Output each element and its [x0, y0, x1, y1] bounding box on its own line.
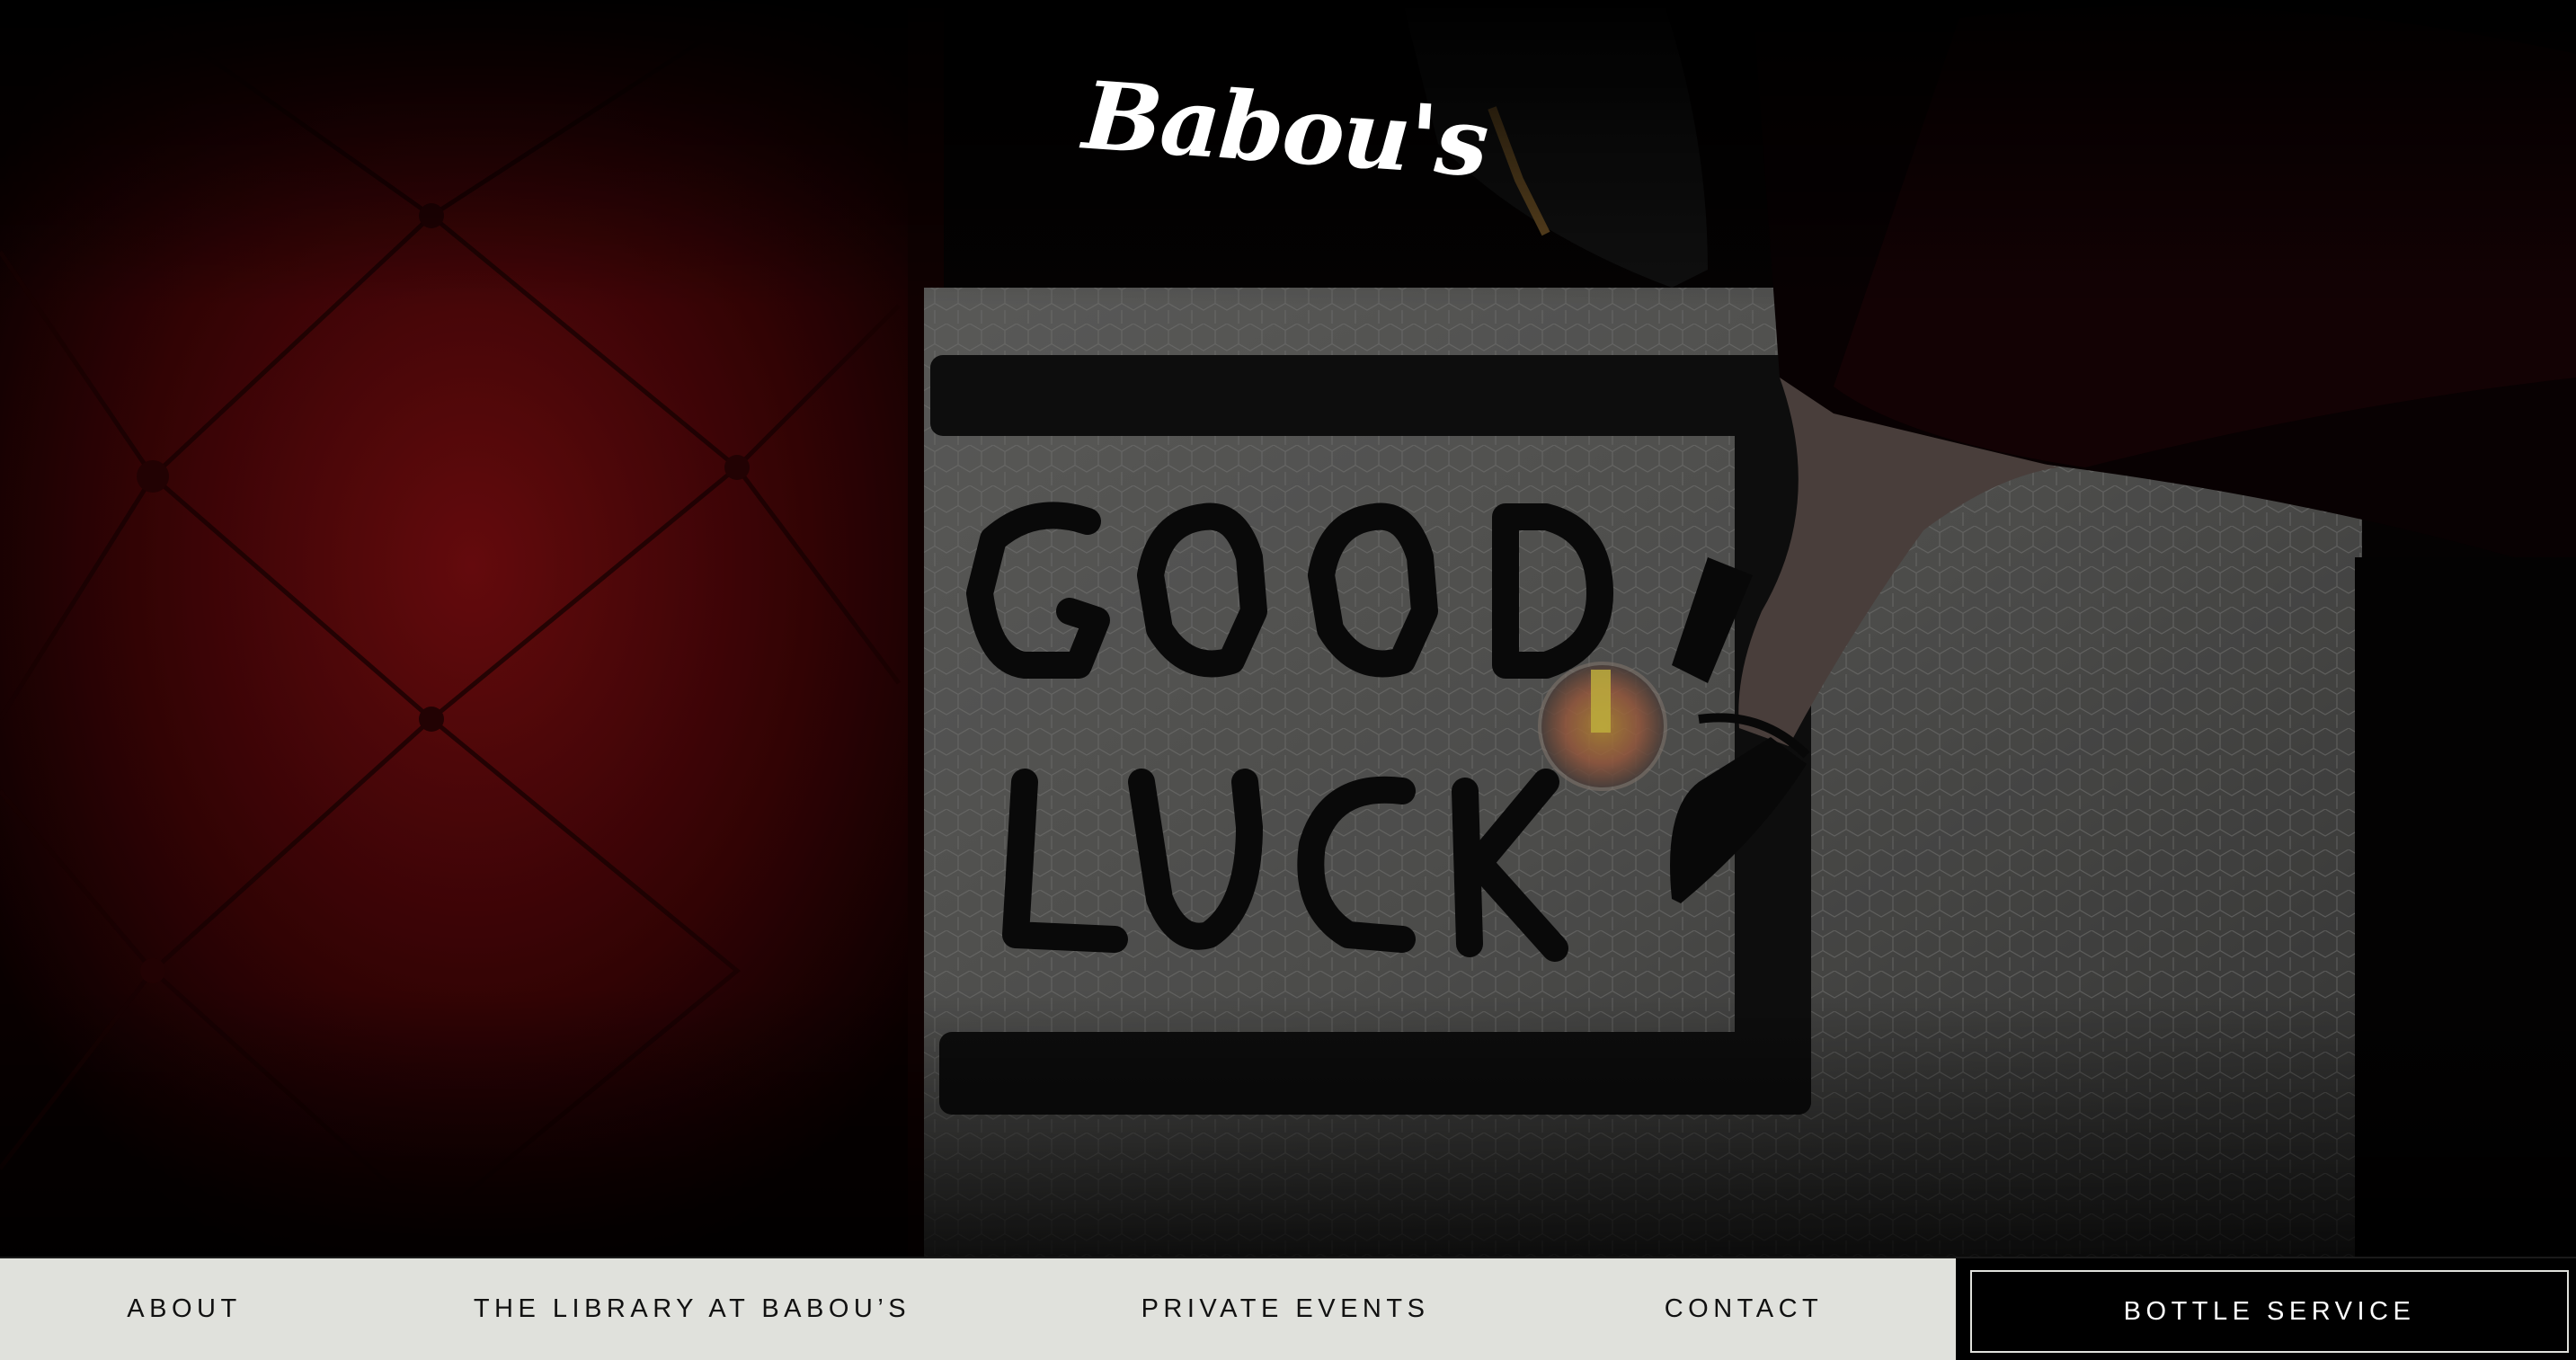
bottle-service-button[interactable]: BOTTLE SERVICE [1970, 1270, 2569, 1353]
nav-about[interactable]: ABOUT [99, 1258, 270, 1360]
hero-image: Babou's [0, 0, 2576, 1257]
nav-library[interactable]: THE LIBRARY AT BABOU’S [467, 1258, 917, 1360]
hero-photo [0, 0, 2576, 1257]
nav-contact[interactable]: CONTACT [1645, 1258, 1843, 1360]
bottle-service-container: BOTTLE SERVICE [1956, 1258, 2576, 1360]
nav-private-events[interactable]: PRIVATE EVENTS [1133, 1258, 1438, 1360]
brand-logo[interactable]: Babou's [1080, 59, 1491, 198]
main-navigation: ABOUT THE LIBRARY AT BABOU’S PRIVATE EVE… [0, 1257, 2576, 1360]
